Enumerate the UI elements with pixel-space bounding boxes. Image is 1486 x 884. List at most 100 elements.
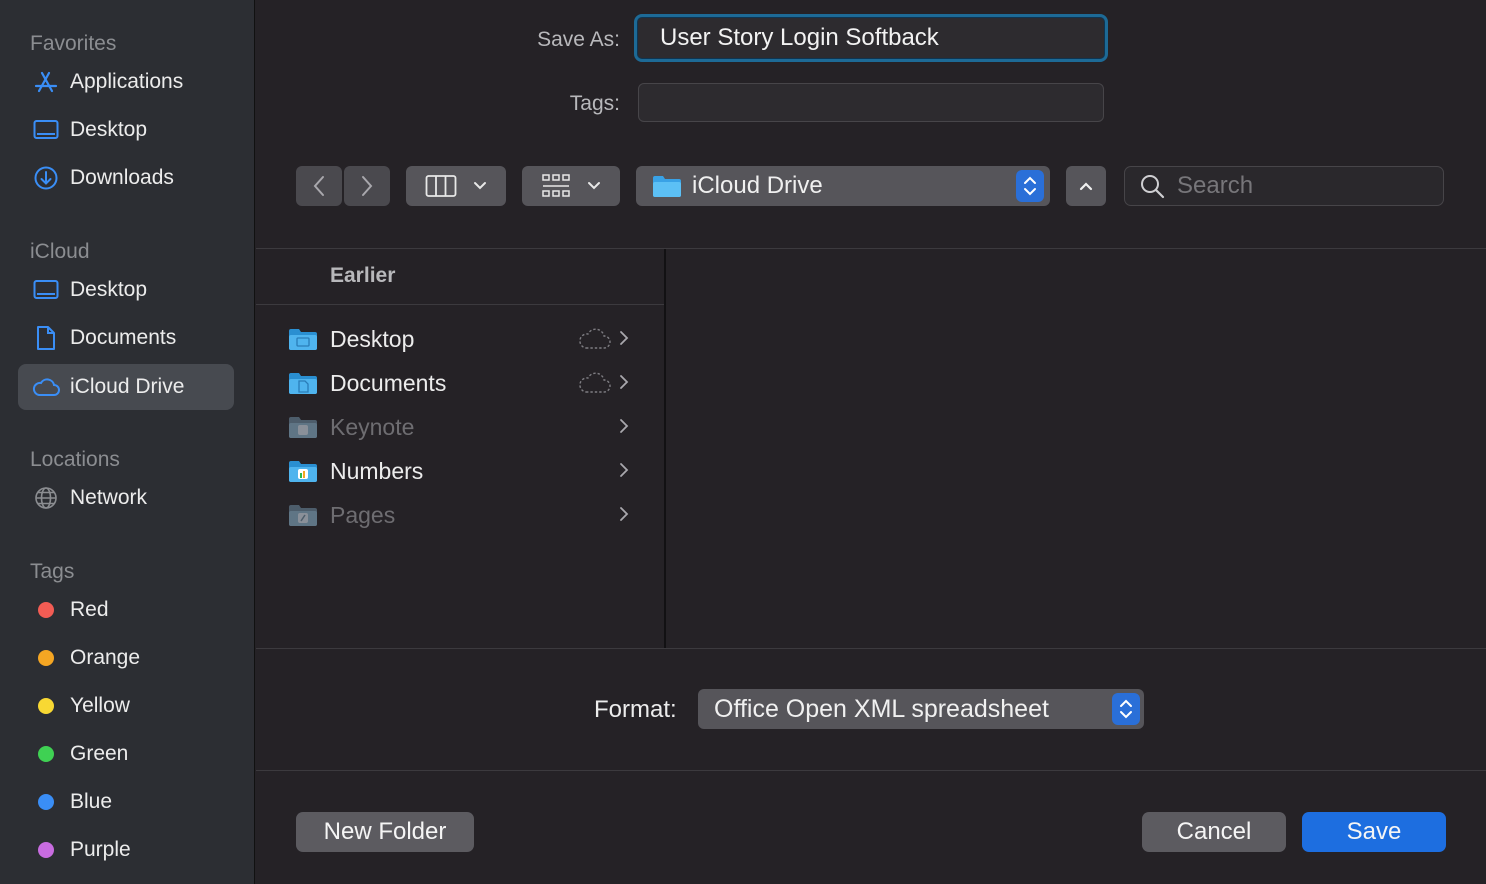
sidebar-tag-orange[interactable]: Orange — [18, 635, 234, 681]
divider — [256, 304, 664, 305]
column-view-button[interactable] — [406, 166, 506, 206]
updown-stepper-icon — [1112, 693, 1140, 725]
format-select[interactable]: Office Open XML spreadsheet — [698, 689, 1144, 729]
chevron-right-icon — [620, 419, 629, 433]
file-name: Numbers — [330, 457, 424, 484]
search-icon — [1141, 175, 1165, 199]
chevron-down-icon — [474, 182, 486, 190]
chevron-right-icon — [362, 176, 373, 196]
updown-stepper-icon — [1016, 170, 1044, 202]
sidebar-item-label: Green — [70, 742, 129, 765]
chevron-right-icon — [620, 507, 629, 521]
sidebar-section-favorites: Favorites — [30, 32, 117, 55]
file-name: Pages — [330, 501, 396, 528]
sidebar-item-label: Yellow — [70, 694, 130, 717]
sidebar-section-icloud: iCloud — [30, 240, 90, 263]
tags-label: Tags: — [569, 92, 620, 115]
back-button[interactable] — [296, 166, 342, 206]
divider — [256, 770, 1486, 771]
sidebar-tag-yellow[interactable]: Yellow — [18, 683, 234, 729]
columns-icon — [425, 175, 457, 197]
save-as-label: Save As: — [537, 28, 620, 51]
sidebar-item-label: Blue — [70, 790, 113, 813]
save-as-field[interactable]: User Story Login Softback — [634, 14, 1108, 62]
sidebar-item-label: Downloads — [70, 166, 174, 189]
file-name: Desktop — [330, 325, 415, 352]
sidebar-item-label: Purple — [70, 838, 131, 861]
sidebar-item-label: Network — [70, 486, 148, 509]
location-popup[interactable]: iCloud Drive — [636, 166, 1050, 206]
save-as-value: User Story Login Softback — [660, 24, 939, 51]
tags-field[interactable] — [638, 83, 1104, 122]
divider — [256, 248, 1486, 249]
folder-keynote-icon — [289, 417, 317, 438]
tag-dot-red — [38, 602, 54, 618]
list-item-pages[interactable]: Pages — [288, 495, 638, 535]
format-value: Office Open XML spreadsheet — [714, 694, 1049, 723]
chevron-up-icon — [1079, 182, 1093, 191]
applications-icon — [32, 68, 60, 96]
chevron-right-icon — [620, 375, 629, 389]
sidebar-item-label: Orange — [70, 646, 141, 669]
sidebar-item-network[interactable]: Network — [18, 475, 234, 521]
cloud-icon — [32, 373, 60, 401]
folder-documents-icon — [289, 373, 317, 394]
location-label: iCloud Drive — [692, 172, 823, 199]
downloads-icon — [32, 164, 60, 192]
folder-icon — [653, 176, 681, 197]
list-item-numbers[interactable]: Numbers — [288, 451, 638, 491]
expand-collapse-button[interactable] — [1066, 166, 1106, 206]
search-input[interactable] — [1177, 172, 1427, 200]
sidebar-tag-green[interactable]: Green — [18, 731, 234, 777]
sidebar-item-icloud-drive[interactable]: iCloud Drive — [18, 364, 234, 410]
tag-dot-purple — [38, 842, 54, 858]
format-label: Format: — [594, 696, 677, 723]
sidebar-item-label: Applications — [70, 70, 184, 93]
desktop-icon — [32, 276, 60, 304]
grid-icon — [542, 174, 570, 197]
sidebar-item-label: Red — [70, 598, 109, 621]
tag-dot-orange — [38, 650, 54, 666]
tag-dot-blue — [38, 794, 54, 810]
list-item-documents[interactable]: Documents — [288, 363, 638, 403]
chevron-down-icon — [588, 182, 600, 190]
sidebar-tag-red[interactable]: Red — [18, 587, 234, 633]
cloud-download-icon — [579, 372, 611, 393]
group-view-button[interactable] — [522, 166, 620, 206]
sidebar-section-locations: Locations — [30, 448, 120, 471]
folder-desktop-icon — [289, 329, 317, 350]
sidebar-item-applications[interactable]: Applications — [18, 59, 234, 105]
sidebar-item-label: Desktop — [70, 118, 148, 141]
chevron-right-icon — [620, 463, 629, 477]
list-item-keynote[interactable]: Keynote — [288, 407, 638, 447]
chevron-right-icon — [620, 331, 629, 345]
file-name: Documents — [330, 369, 447, 396]
sidebar-item-label: Desktop — [70, 278, 148, 301]
sidebar-item-label: Documents — [70, 326, 177, 349]
file-name: Keynote — [330, 413, 415, 440]
sidebar-item-label: iCloud Drive — [70, 375, 185, 398]
document-icon — [32, 324, 60, 352]
cancel-button[interactable]: Cancel — [1142, 812, 1286, 852]
sidebar-section-tags: Tags — [30, 560, 75, 583]
divider — [256, 648, 1486, 649]
cloud-download-icon — [579, 328, 611, 349]
tag-dot-green — [38, 746, 54, 762]
sidebar-item-icloud-documents[interactable]: Documents — [18, 315, 234, 361]
globe-icon — [32, 484, 60, 512]
chevron-left-icon — [313, 176, 324, 196]
search-box[interactable] — [1124, 166, 1444, 206]
desktop-icon — [32, 116, 60, 144]
sidebar-item-downloads[interactable]: Downloads — [18, 155, 234, 201]
section-header-earlier: Earlier — [330, 264, 396, 287]
new-folder-button[interactable]: New Folder — [296, 812, 474, 852]
sidebar-tag-purple[interactable]: Purple — [18, 827, 234, 873]
sidebar-item-desktop[interactable]: Desktop — [18, 107, 234, 153]
forward-button[interactable] — [344, 166, 390, 206]
sidebar-item-icloud-desktop[interactable]: Desktop — [18, 267, 234, 313]
folder-numbers-icon — [289, 461, 317, 482]
folder-pages-icon — [289, 505, 317, 526]
sidebar-tag-blue[interactable]: Blue — [18, 779, 234, 825]
save-button[interactable]: Save — [1302, 812, 1446, 852]
list-item-desktop[interactable]: Desktop — [288, 319, 638, 359]
